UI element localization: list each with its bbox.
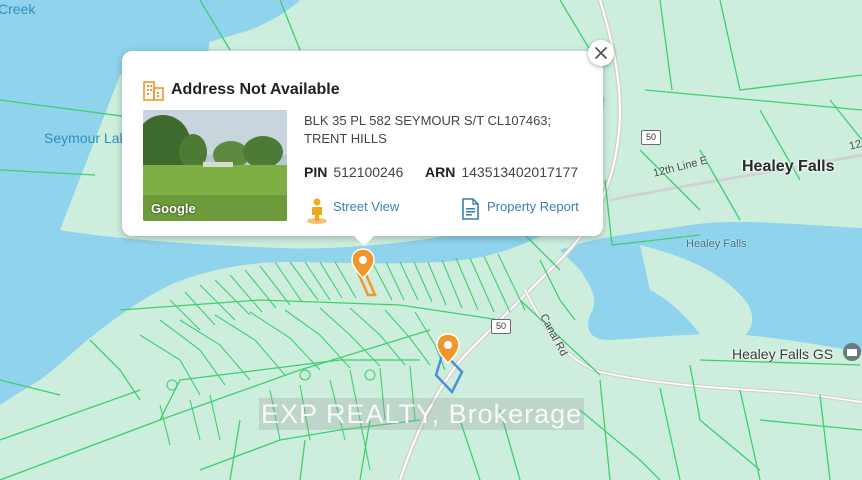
arn-label: ARN [425, 164, 456, 180]
highway-shield: 50 [491, 319, 511, 334]
pin-row: PIN 512100246 [304, 164, 403, 180]
street-view-thumbnail[interactable]: Google [143, 110, 287, 221]
street-view-link[interactable]: Street View [333, 199, 399, 214]
popup-title: Address Not Available [171, 81, 340, 98]
report-icon [461, 198, 479, 225]
close-button[interactable] [588, 40, 614, 66]
brokerage-watermark: EXP REALTY, Brokerage [259, 398, 585, 430]
property-popup: Address Not Available Google BLK 35 PL 5… [122, 51, 603, 246]
healey-falls-water-label: Healey Falls [686, 238, 747, 250]
highway-shield: 50 [641, 130, 661, 145]
arn-value: 143513402017177 [461, 164, 579, 180]
creek-label: Creek [0, 1, 36, 17]
legal-description: BLK 35 PL 582 SEYMOUR S/T CL107463; TREN… [304, 113, 552, 146]
popup-pointer [354, 236, 374, 246]
google-logo: Google [151, 201, 196, 216]
pin-value: 512100246 [333, 164, 404, 180]
seymour-lake-label: Seymour Lak [44, 130, 127, 146]
arn-row: ARN 143513402017177 [425, 164, 578, 180]
power-station-icon [843, 343, 861, 361]
property-report-link[interactable]: Property Report [487, 199, 579, 214]
pin-label: PIN [304, 164, 328, 180]
building-icon [143, 80, 165, 102]
pegman-icon [306, 198, 328, 229]
healey-falls-label: Healey Falls [742, 158, 835, 175]
healey-falls-gs-label: Healey Falls GS [732, 346, 834, 362]
close-icon [595, 47, 607, 59]
